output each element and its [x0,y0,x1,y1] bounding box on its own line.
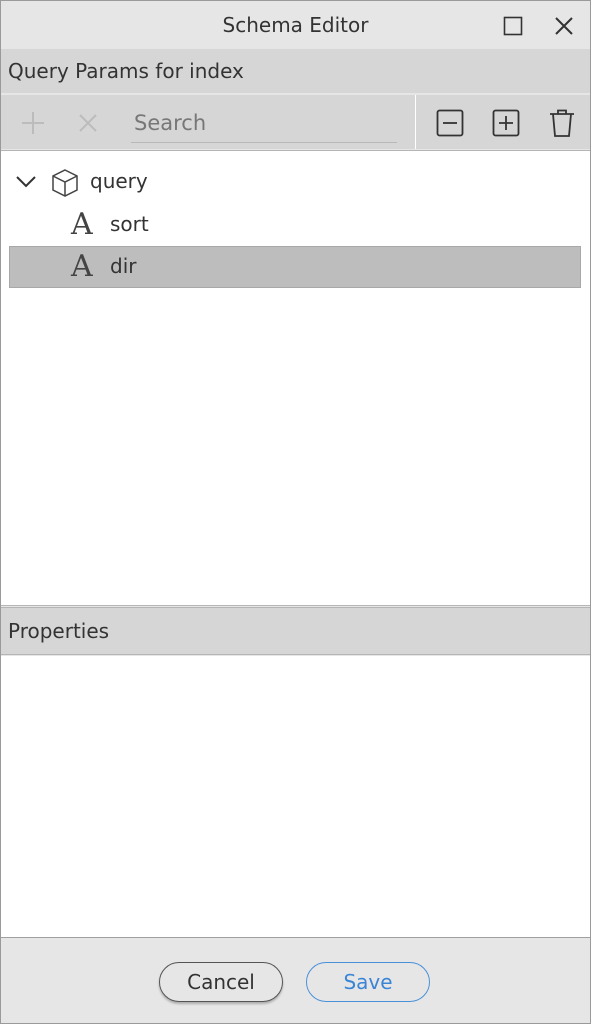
tree-node-label: dir [110,254,137,278]
square-icon [503,16,523,36]
tree-node-sort[interactable]: A sort [9,204,580,246]
tree-node-label: query [90,169,148,193]
close-icon [555,17,573,35]
properties-panel [1,656,590,938]
add-button[interactable] [13,103,53,143]
plus-square-icon [492,109,520,137]
maximize-button[interactable] [498,11,528,41]
x-icon [79,114,97,132]
plus-icon [22,112,44,134]
cube-icon [52,169,78,197]
minus-square-icon [436,109,464,137]
collapse-all-button[interactable] [430,103,470,143]
remove-button[interactable] [68,103,108,143]
schema-tree: query A sort A dir [1,150,590,606]
expand-all-button[interactable] [486,103,526,143]
title-bar: Schema Editor [1,1,590,49]
tree-node-label: sort [110,212,149,236]
cancel-button[interactable]: Cancel [159,962,283,1002]
string-type-icon: A [71,249,93,284]
search-input[interactable] [131,103,397,142]
string-type-icon: A [71,207,93,242]
chevron-down-icon[interactable] [15,171,37,193]
schema-editor-window: Schema Editor Query Params for index Sea… [0,0,591,1024]
save-button[interactable]: Save [306,962,430,1002]
tree-node-dir[interactable]: A dir [9,246,581,288]
delete-button[interactable] [542,103,582,143]
toolbar-separator [415,95,416,149]
trash-icon [550,109,574,137]
dialog-footer: Cancel Save [1,938,590,1023]
properties-header: Properties [1,607,590,655]
close-button[interactable] [549,11,579,41]
query-params-header: Query Params for index [1,49,590,93]
tree-node-query[interactable]: query [9,161,580,203]
search-box [131,103,397,143]
